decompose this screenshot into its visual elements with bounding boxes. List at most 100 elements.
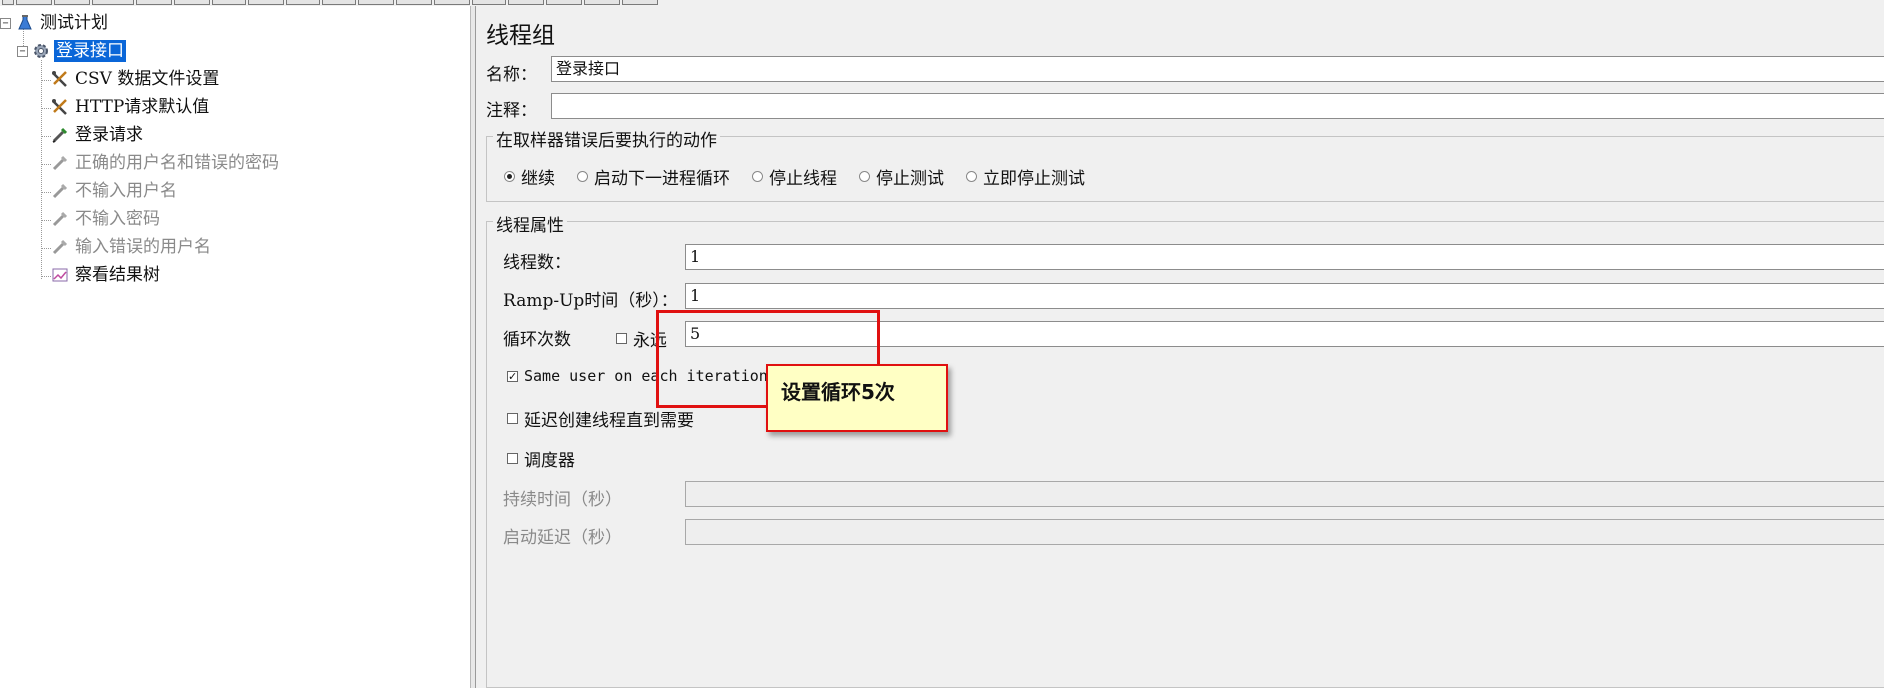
flask-icon (15, 13, 35, 33)
rampup-input[interactable]: 1 (685, 283, 1884, 309)
comment-label: 注释： (486, 101, 537, 121)
toolbar-button[interactable] (248, 0, 284, 5)
annotation-callout: 设置循环5次 (766, 364, 948, 432)
tree-item-thread-group[interactable]: − 登录接口 (17, 39, 126, 63)
name-field[interactable]: 登录接口 (551, 56, 1884, 82)
radio-stop-test-now[interactable]: 立即停止测试 (966, 164, 1085, 189)
radio-label: 继续 (521, 169, 555, 189)
toolbar-button[interactable] (508, 0, 544, 5)
toolbar-button[interactable] (322, 0, 356, 5)
same-user-checkbox-row[interactable]: ✓ Same user on each iteration (507, 367, 768, 385)
scheduler-checkbox-row[interactable]: 调度器 (507, 446, 575, 471)
radio-stop-test[interactable]: 停止测试 (859, 164, 944, 189)
tree-item-test-plan[interactable]: − 测试计划 (0, 11, 110, 35)
toolbar-button[interactable] (584, 0, 620, 5)
delay-thread-creation-checkbox[interactable] (507, 413, 518, 424)
thread-properties-group-title: 线程属性 (493, 211, 567, 236)
pipette-icon (50, 153, 70, 173)
tree-item-label: CSV 数据文件设置 (75, 69, 220, 89)
startup-delay-label: 启动延迟（秒） (503, 528, 622, 548)
error-action-radio-group: 继续 启动下一进程循环 停止线程 停止测试 立即停止测试 (504, 164, 1107, 189)
rampup-label: Ramp-Up时间（秒）： (503, 291, 678, 311)
toolbar-button[interactable] (54, 0, 90, 5)
radio-indicator[interactable] (752, 171, 763, 182)
tree-item-label: 不输入密码 (75, 209, 160, 229)
name-label: 名称： (486, 65, 537, 85)
radio-indicator[interactable] (577, 171, 588, 182)
radio-indicator[interactable] (859, 171, 870, 182)
forever-checkbox[interactable] (616, 333, 627, 344)
tree-item-label: 正确的用户名和错误的密码 (75, 153, 279, 173)
pipette-icon (50, 181, 70, 201)
collapse-icon[interactable]: − (17, 45, 28, 57)
delay-thread-creation-row[interactable]: 延迟创建线程直到需要 (507, 406, 694, 431)
radio-indicator[interactable] (966, 171, 977, 182)
tree-item-label: 测试计划 (40, 13, 108, 33)
tree-item-wrong-username[interactable]: 输入错误的用户名 (50, 235, 213, 259)
duration-input (685, 481, 1884, 507)
pipette-icon (50, 209, 70, 229)
collapse-icon[interactable]: − (0, 17, 11, 29)
toolbar-button[interactable] (212, 0, 246, 5)
tree-item-wrong-password[interactable]: 正确的用户名和错误的密码 (50, 151, 281, 175)
toolbar-button[interactable] (396, 0, 432, 5)
tree-item-label: 登录接口 (54, 40, 126, 62)
tree-item-csv-config[interactable]: CSV 数据文件设置 (50, 67, 221, 91)
toolbar-button[interactable] (358, 0, 394, 5)
gear-icon (31, 41, 51, 61)
tree-item-login-request[interactable]: 登录请求 (50, 123, 145, 147)
toolbar-button[interactable] (16, 0, 52, 5)
radio-start-next-loop[interactable]: 启动下一进程循环 (577, 164, 730, 189)
tree-item-label: 输入错误的用户名 (75, 237, 211, 257)
tree-item-label: 察看结果树 (75, 265, 160, 285)
radio-label: 停止测试 (876, 169, 944, 189)
chart-icon (50, 265, 70, 285)
forever-checkbox-row[interactable]: 永远 (616, 326, 667, 351)
toolbar (0, 0, 730, 5)
toolbar-button[interactable] (434, 0, 470, 5)
startup-delay-input (685, 519, 1884, 545)
thread-group-panel: 线程组 名称： 登录接口 注释： 在取样器错误后要执行的动作 继续 启动下一进程… (476, 6, 1884, 688)
toolbar-button[interactable] (174, 0, 210, 5)
loop-count-label: 循环次数 (503, 330, 571, 350)
toolbar-button[interactable] (2, 0, 14, 5)
tree-item-label: 登录请求 (75, 125, 143, 145)
pipette-icon (50, 125, 70, 145)
threads-label: 线程数： (503, 253, 571, 273)
toolbar-button[interactable] (622, 0, 658, 5)
toolbar-button[interactable] (546, 0, 582, 5)
tree-connector (41, 60, 42, 279)
delay-thread-creation-label: 延迟创建线程直到需要 (524, 411, 694, 431)
radio-label: 启动下一进程循环 (594, 169, 730, 189)
scheduler-checkbox[interactable] (507, 453, 518, 464)
threads-input[interactable]: 1 (685, 244, 1884, 270)
toolbar-button[interactable] (286, 0, 320, 5)
duration-label: 持续时间（秒） (503, 490, 622, 510)
tree-item-label: HTTP请求默认值 (75, 97, 210, 117)
tree-item-no-username[interactable]: 不输入用户名 (50, 179, 179, 203)
scheduler-label: 调度器 (524, 451, 575, 471)
toolbar-button[interactable] (92, 0, 134, 5)
radio-label: 立即停止测试 (983, 169, 1085, 189)
same-user-label: Same user on each iteration (524, 367, 768, 385)
page-title: 线程组 (486, 23, 555, 49)
test-plan-tree[interactable]: − 测试计划 − 登录接口 CSV 数据文件设置 HTTP请求默认值 登录请求 (0, 6, 470, 688)
radio-label: 停止线程 (769, 169, 837, 189)
comment-field[interactable] (551, 93, 1884, 119)
radio-indicator[interactable] (504, 171, 515, 182)
toolbar-button[interactable] (136, 0, 172, 5)
tools-icon (50, 97, 70, 117)
radio-continue[interactable]: 继续 (504, 164, 555, 189)
tree-item-no-password[interactable]: 不输入密码 (50, 207, 162, 231)
pipette-icon (50, 237, 70, 257)
toolbar-button[interactable] (472, 0, 506, 5)
tree-item-http-defaults[interactable]: HTTP请求默认值 (50, 95, 211, 119)
same-user-checkbox[interactable]: ✓ (507, 370, 518, 382)
forever-label: 永远 (633, 331, 667, 351)
error-action-group-title: 在取样器错误后要执行的动作 (493, 126, 720, 151)
loop-count-input[interactable]: 5 (685, 321, 1884, 347)
tools-icon (50, 69, 70, 89)
tree-item-label: 不输入用户名 (75, 181, 177, 201)
radio-stop-thread[interactable]: 停止线程 (752, 164, 837, 189)
tree-item-view-results-tree[interactable]: 察看结果树 (50, 263, 162, 287)
